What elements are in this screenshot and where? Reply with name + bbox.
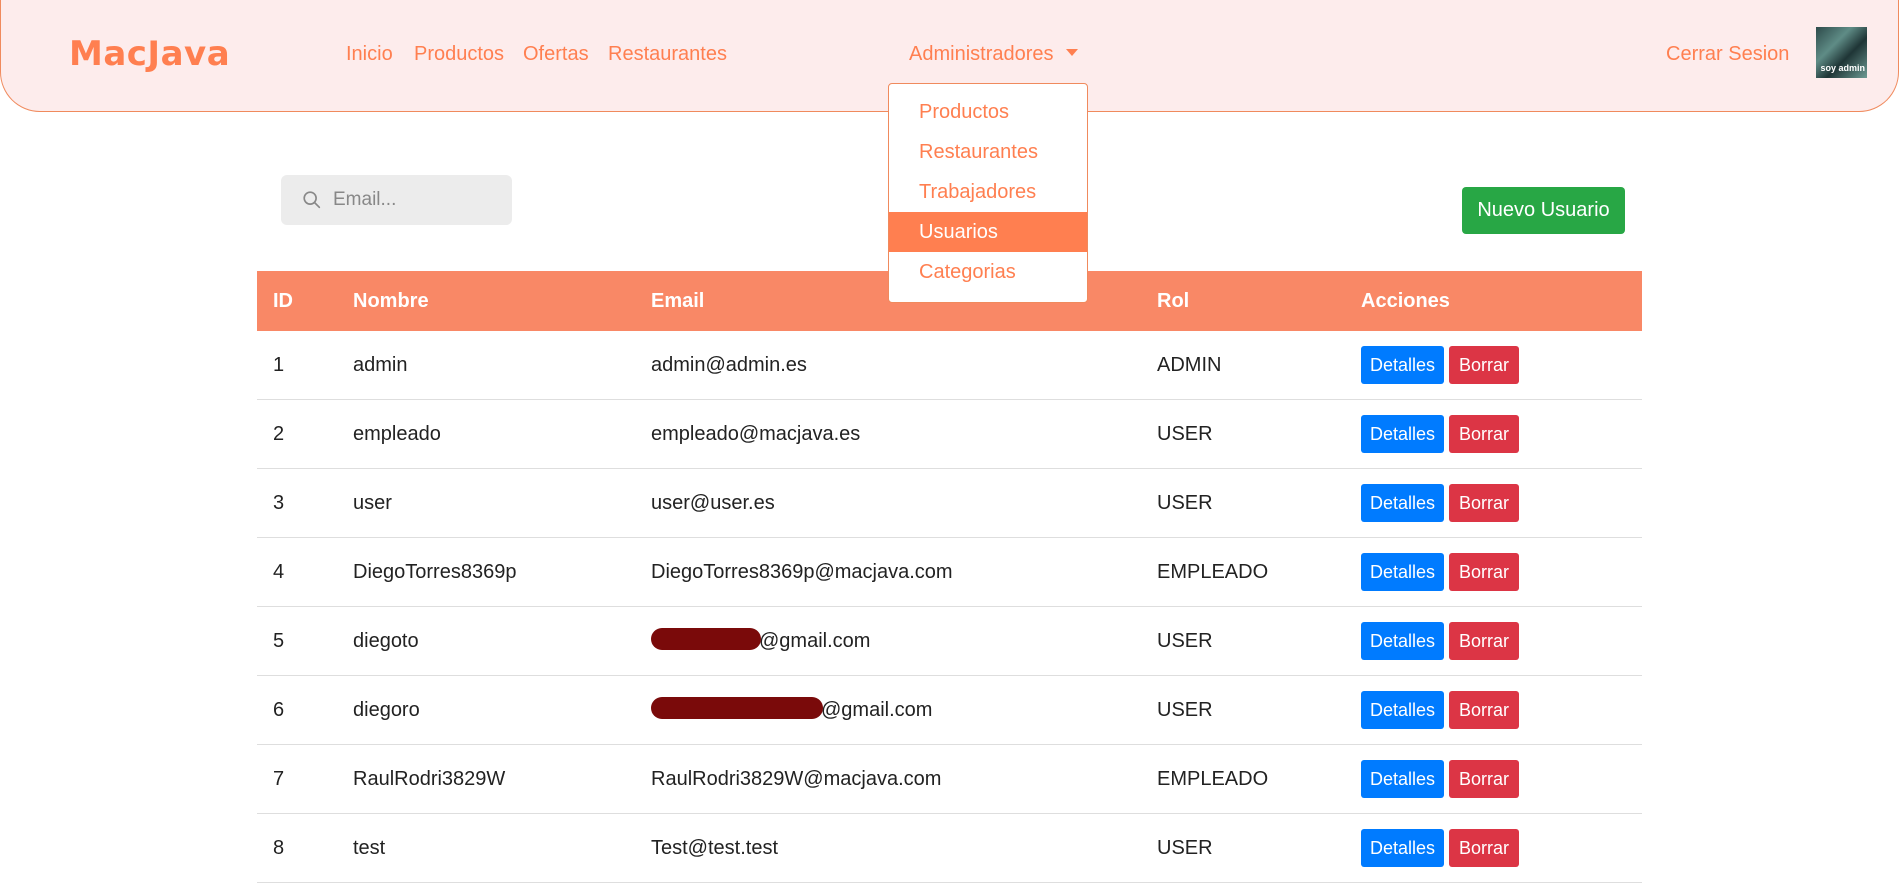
cell-email: admin@admin.es <box>651 353 807 376</box>
cell-actions: Detalles Borrar <box>1361 346 1519 384</box>
table-row: 4 DiegoTorres8369p DiegoTorres8369p@macj… <box>257 538 1642 607</box>
header-email: Email <box>651 289 705 312</box>
table-row: 6 diegoro @gmail.com USER Detalles Borrar <box>257 676 1642 745</box>
dropdown-item-productos[interactable]: Productos <box>889 92 1087 132</box>
cell-actions: Detalles Borrar <box>1361 553 1519 591</box>
delete-button[interactable]: Borrar <box>1449 760 1519 798</box>
dropdown-item-usuarios[interactable]: Usuarios <box>889 212 1087 252</box>
details-button[interactable]: Detalles <box>1361 415 1444 453</box>
header-nombre: Nombre <box>353 289 429 312</box>
cell-email: empleado@macjava.es <box>651 422 861 445</box>
table-row: 7 RaulRodri3829W RaulRodri3829W@macjava.… <box>257 745 1642 814</box>
cell-actions: Detalles Borrar <box>1361 829 1519 867</box>
details-button[interactable]: Detalles <box>1361 553 1444 591</box>
cell-email-redacted: @gmail.com <box>651 627 871 653</box>
redaction-mark <box>651 696 823 719</box>
delete-button[interactable]: Borrar <box>1449 829 1519 867</box>
cell-actions: Detalles Borrar <box>1361 484 1519 522</box>
cell-id: 7 <box>273 767 285 790</box>
cell-name: admin <box>353 353 408 376</box>
cell-name: empleado <box>353 422 441 445</box>
cell-email: @gmail.com <box>759 629 871 652</box>
dropdown-item-trabajadores[interactable]: Trabajadores <box>889 172 1087 212</box>
cell-actions: Detalles Borrar <box>1361 415 1519 453</box>
search-input[interactable] <box>333 189 503 211</box>
cell-id: 3 <box>273 491 285 514</box>
cell-email: DiegoTorres8369p@macjava.com <box>651 560 953 583</box>
cell-actions: Detalles Borrar <box>1361 760 1519 798</box>
cell-name: test <box>353 836 386 859</box>
cell-role: USER <box>1157 491 1213 514</box>
details-button[interactable]: Detalles <box>1361 622 1444 660</box>
details-button[interactable]: Detalles <box>1361 346 1444 384</box>
delete-button[interactable]: Borrar <box>1449 346 1519 384</box>
users-table: ID Nombre Email Rol Acciones 1 admin adm… <box>257 271 1642 883</box>
cell-id: 1 <box>273 353 285 376</box>
logout-link[interactable]: Cerrar Sesion <box>1666 43 1789 66</box>
cell-role: ADMIN <box>1157 353 1222 376</box>
details-button[interactable]: Detalles <box>1361 829 1444 867</box>
redaction-mark <box>651 627 761 650</box>
cell-email: @gmail.com <box>821 698 933 721</box>
nav-link-ofertas[interactable]: Ofertas <box>523 43 589 66</box>
caret-down-icon <box>1065 49 1078 56</box>
dropdown-item-categorias[interactable]: Categorias <box>889 252 1087 292</box>
cell-name: RaulRodri3829W <box>353 767 506 790</box>
table-row: 2 empleado empleado@macjava.es USER Deta… <box>257 400 1642 469</box>
delete-button[interactable]: Borrar <box>1449 415 1519 453</box>
nav-link-restaurantes[interactable]: Restaurantes <box>608 43 727 66</box>
nav-link-inicio[interactable]: Inicio <box>346 43 393 66</box>
admin-dropdown-toggle[interactable]: Administradores <box>909 43 1078 66</box>
cell-role: EMPLEADO <box>1157 767 1269 790</box>
cell-name: diegoro <box>353 698 420 721</box>
cell-email: RaulRodri3829W@macjava.com <box>651 767 942 790</box>
cell-role: USER <box>1157 629 1213 652</box>
cell-role: USER <box>1157 422 1213 445</box>
table-row: 5 diegoto @gmail.com USER Detalles Borrar <box>257 607 1642 676</box>
avatar-caption: soy admin <box>1820 63 1865 73</box>
brand-logo[interactable]: MacJava <box>69 34 230 74</box>
cell-name: user <box>353 491 392 514</box>
cell-id: 5 <box>273 629 285 652</box>
details-button[interactable]: Detalles <box>1361 691 1444 729</box>
cell-id: 8 <box>273 836 285 859</box>
cell-actions: Detalles Borrar <box>1361 622 1519 660</box>
cell-name: DiegoTorres8369p <box>353 560 517 583</box>
admin-dropdown-menu: Productos Restaurantes Trabajadores Usua… <box>888 83 1088 303</box>
dropdown-item-restaurantes[interactable]: Restaurantes <box>889 132 1087 172</box>
header-acciones: Acciones <box>1361 289 1450 312</box>
delete-button[interactable]: Borrar <box>1449 622 1519 660</box>
details-button[interactable]: Detalles <box>1361 760 1444 798</box>
search-icon <box>303 191 321 209</box>
cell-role: EMPLEADO <box>1157 560 1269 583</box>
nav-link-productos[interactable]: Productos <box>414 43 504 66</box>
header-id: ID <box>273 289 293 312</box>
table-row: 3 user user@user.es USER Detalles Borrar <box>257 469 1642 538</box>
cell-id: 6 <box>273 698 285 721</box>
cell-id: 4 <box>273 560 285 583</box>
cell-role: USER <box>1157 698 1213 721</box>
table-row: 1 admin admin@admin.es ADMIN Detalles Bor… <box>257 331 1642 400</box>
delete-button[interactable]: Borrar <box>1449 553 1519 591</box>
cell-name: diegoto <box>353 629 419 652</box>
cell-email-redacted: @gmail.com <box>651 696 933 722</box>
details-button[interactable]: Detalles <box>1361 484 1444 522</box>
new-user-button[interactable]: Nuevo Usuario <box>1462 187 1625 234</box>
delete-button[interactable]: Borrar <box>1449 484 1519 522</box>
header-rol: Rol <box>1157 289 1190 312</box>
avatar[interactable]: soy admin <box>1816 27 1867 78</box>
cell-role: USER <box>1157 836 1213 859</box>
delete-button[interactable]: Borrar <box>1449 691 1519 729</box>
table-row: 8 test Test@test.test USER Detalles Borra… <box>257 814 1642 883</box>
cell-email: user@user.es <box>651 491 775 514</box>
admin-dropdown-label: Administradores <box>909 43 1054 65</box>
cell-email: Test@test.test <box>651 836 779 859</box>
search-box <box>281 175 512 225</box>
cell-actions: Detalles Borrar <box>1361 691 1519 729</box>
cell-id: 2 <box>273 422 285 445</box>
